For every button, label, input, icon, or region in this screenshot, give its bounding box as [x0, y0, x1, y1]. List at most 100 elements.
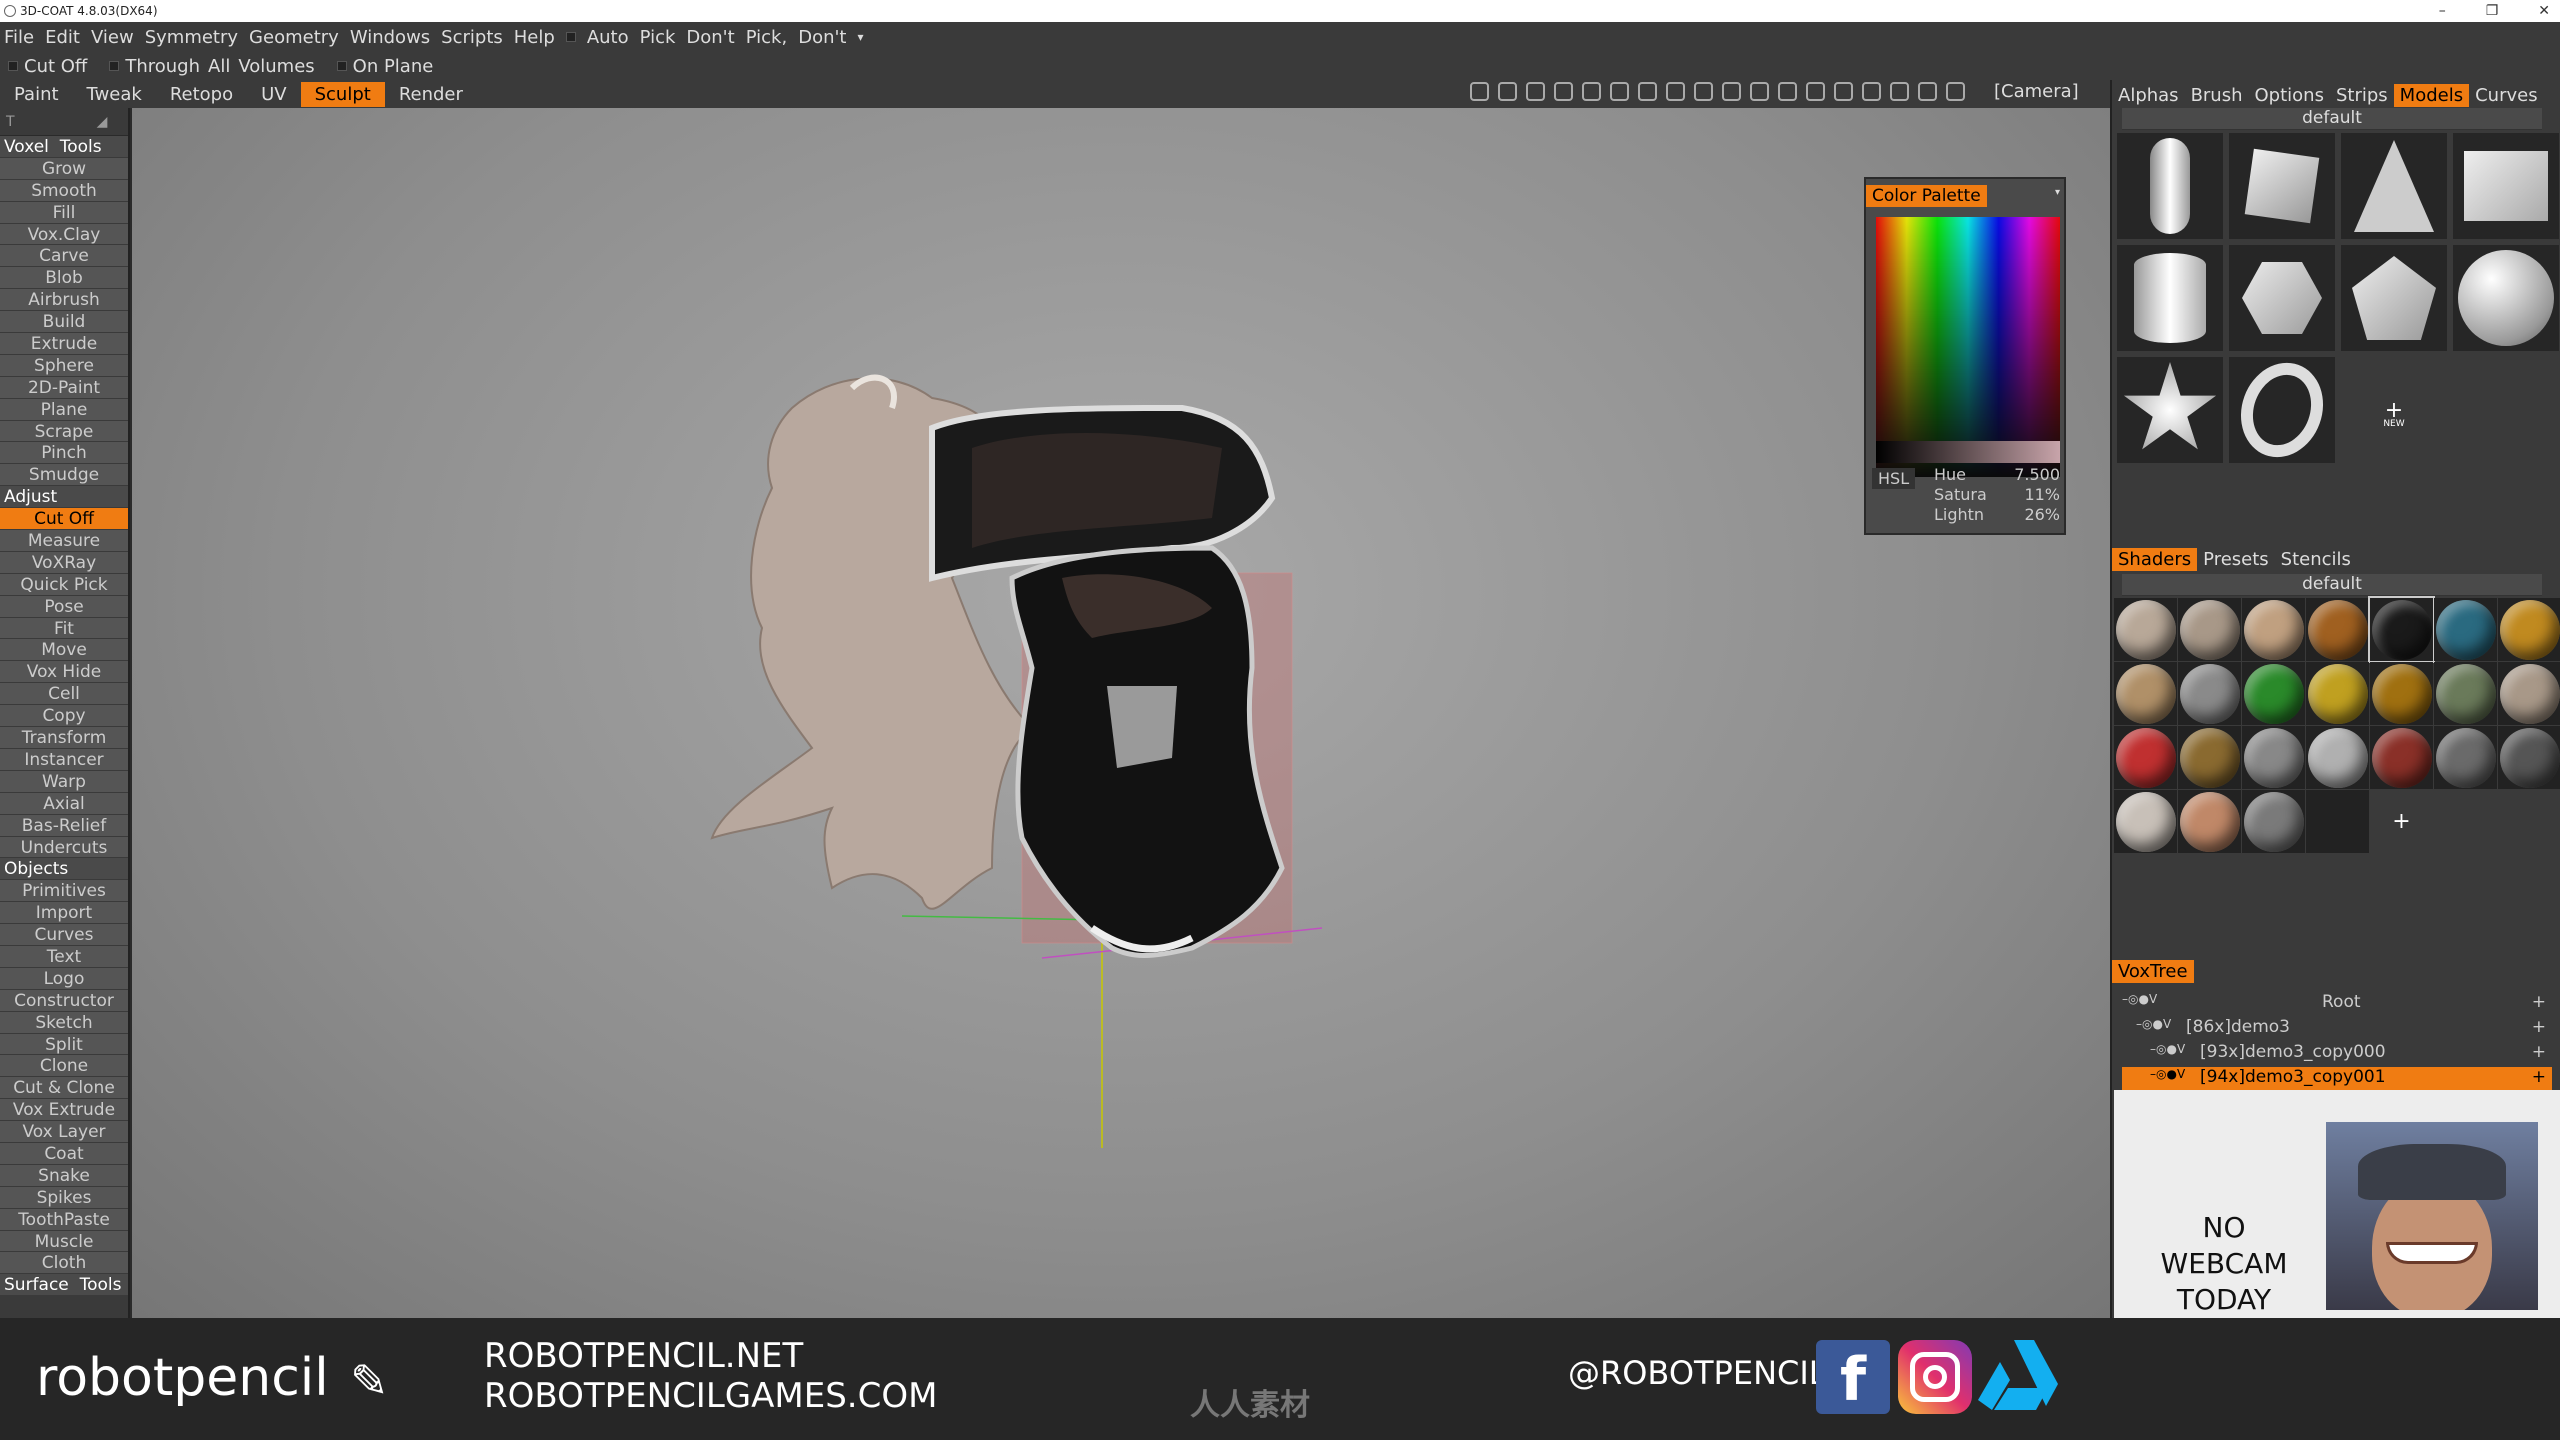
tool-item[interactable]: Split: [0, 1033, 128, 1056]
add-layer-icon[interactable]: +: [2532, 1042, 2546, 1062]
tool-item[interactable]: Quick Pick: [0, 573, 128, 596]
menu-scripts[interactable]: Scripts: [441, 27, 503, 48]
shader-swatch[interactable]: [2498, 598, 2560, 661]
shader-swatch[interactable]: [2434, 726, 2497, 789]
tool-item[interactable]: Fit: [0, 617, 128, 640]
voxtree-label[interactable]: Root: [2322, 992, 2361, 1012]
tool-item[interactable]: Bas-Relief: [0, 814, 128, 837]
facebook-icon[interactable]: f: [1816, 1340, 1890, 1415]
chevron-down-icon[interactable]: ▾: [858, 30, 864, 44]
shader-swatch[interactable]: [2178, 726, 2241, 789]
tool-item[interactable]: Smudge: [0, 464, 128, 487]
tool-item[interactable]: Scrape: [0, 420, 128, 443]
tab-strips[interactable]: Strips: [2330, 84, 2394, 107]
tool-item[interactable]: Undercuts: [0, 836, 128, 859]
auto-pick-checkbox[interactable]: [565, 32, 576, 42]
tab-brush[interactable]: Brush: [2185, 84, 2249, 107]
model-new[interactable]: + NEW: [2340, 356, 2448, 464]
add-layer-icon[interactable]: +: [2532, 1067, 2546, 1087]
shader-swatch[interactable]: [2306, 726, 2369, 789]
tool-item[interactable]: Muscle: [0, 1230, 128, 1253]
tool-category[interactable]: Adjust: [0, 486, 128, 509]
tool-item[interactable]: Snake: [0, 1164, 128, 1187]
move-icon[interactable]: [1666, 82, 1685, 101]
shader-swatch[interactable]: [2498, 662, 2560, 725]
add-layer-icon[interactable]: +: [2532, 992, 2546, 1012]
tool-category[interactable]: Voxel Tools: [0, 136, 128, 158]
tool-item[interactable]: Grow: [0, 157, 128, 180]
model-capsule[interactable]: [2116, 132, 2224, 240]
add-layer-icon[interactable]: +: [2532, 1017, 2546, 1037]
tool-item[interactable]: Clone: [0, 1055, 128, 1078]
tool-category[interactable]: Objects: [0, 858, 128, 881]
on-plane-checkbox[interactable]: [336, 61, 347, 71]
tool-item[interactable]: Move: [0, 639, 128, 662]
menu-file[interactable]: File: [4, 27, 34, 48]
menu-edit[interactable]: Edit: [45, 27, 80, 48]
screen-icon[interactable]: [1778, 82, 1797, 101]
tab-paint[interactable]: Paint: [0, 82, 73, 107]
color-strip[interactable]: [1876, 441, 2060, 463]
model-torus[interactable]: [2228, 356, 2336, 464]
url-robotpencilgames[interactable]: ROBOTPENCILGAMES.COM: [484, 1376, 937, 1416]
visibility-icon[interactable]: –◎●V: [2150, 1067, 2185, 1081]
saturation-field[interactable]: Satura 11%: [1934, 485, 2060, 504]
tool-item[interactable]: Cut Off: [0, 508, 128, 531]
shader-swatch[interactable]: [2370, 726, 2433, 789]
tool-item[interactable]: Primitives: [0, 880, 128, 903]
social-handle[interactable]: @ROBOTPENCIL: [1568, 1354, 1827, 1392]
tool-item[interactable]: Vox Extrude: [0, 1099, 128, 1122]
tool-item[interactable]: Plane: [0, 398, 128, 421]
tool-item[interactable]: Transform: [0, 727, 128, 749]
shader-swatch[interactable]: [2370, 662, 2433, 725]
model-star[interactable]: [2116, 356, 2224, 464]
menu-help[interactable]: Help: [514, 27, 555, 48]
shader-swatch[interactable]: [2114, 726, 2177, 789]
model-cone[interactable]: [2340, 132, 2448, 240]
instagram-icon[interactable]: [1898, 1340, 1972, 1414]
tool-item[interactable]: 2D-Paint: [0, 376, 128, 399]
tab-uv[interactable]: UV: [247, 82, 301, 107]
tool-item[interactable]: Extrude: [0, 333, 128, 355]
shield-icon[interactable]: [1834, 82, 1853, 101]
tool-item[interactable]: Constructor: [0, 989, 128, 1012]
tool-item[interactable]: Cell: [0, 683, 128, 706]
tool-item[interactable]: Fill: [0, 201, 128, 224]
shader-swatch[interactable]: [2114, 790, 2177, 853]
tool-item[interactable]: Copy: [0, 705, 128, 728]
shaders-preset-select[interactable]: default: [2122, 574, 2542, 596]
tool-item[interactable]: Build: [0, 311, 128, 334]
tool-item[interactable]: ToothPaste: [0, 1208, 128, 1231]
voxtree-row[interactable]: –◎●V [86x]demo3 +: [2122, 1017, 2552, 1041]
tab-tweak[interactable]: Tweak: [73, 82, 156, 107]
drop-icon[interactable]: [1582, 82, 1601, 101]
hue-field[interactable]: Hue 7.500: [1934, 465, 2060, 484]
grid-icon[interactable]: [1862, 82, 1881, 101]
shader-swatch[interactable]: [2114, 662, 2177, 725]
menu-geometry[interactable]: Geometry: [249, 27, 339, 48]
fullscreen-icon[interactable]: [1918, 82, 1937, 101]
voxtree-label[interactable]: [94x]demo3_copy001: [2200, 1067, 2386, 1087]
hue-value[interactable]: 7.500: [2014, 465, 2060, 484]
no-icon[interactable]: [1806, 82, 1825, 101]
shader-swatch[interactable]: [2242, 790, 2305, 853]
image-icon[interactable]: [1498, 82, 1517, 101]
shader-swatch[interactable]: [2114, 598, 2177, 661]
chevron-down-icon[interactable]: ▾: [2055, 187, 2060, 198]
tool-item[interactable]: Airbrush: [0, 289, 128, 312]
shader-swatch[interactable]: [2242, 662, 2305, 725]
tool-item[interactable]: Vox Layer: [0, 1121, 128, 1143]
artstation-icon[interactable]: [1978, 1340, 2058, 1414]
text-tool-icon[interactable]: T: [6, 114, 15, 130]
frame-icon[interactable]: [1750, 82, 1769, 101]
shader-swatch[interactable]: [2368, 596, 2435, 663]
voxtree-label[interactable]: [86x]demo3: [2186, 1017, 2290, 1037]
tab-render[interactable]: Render: [385, 82, 477, 107]
tab-shaders[interactable]: Shaders: [2112, 547, 2198, 571]
color-field[interactable]: [1876, 217, 2060, 477]
tool-item[interactable]: Instancer: [0, 748, 128, 771]
tool-item[interactable]: VoXRay: [0, 551, 128, 574]
shader-swatch[interactable]: [2178, 790, 2241, 853]
shader-swatch[interactable]: [2306, 598, 2369, 661]
visibility-icon[interactable]: –◎●V: [2136, 1017, 2171, 1031]
